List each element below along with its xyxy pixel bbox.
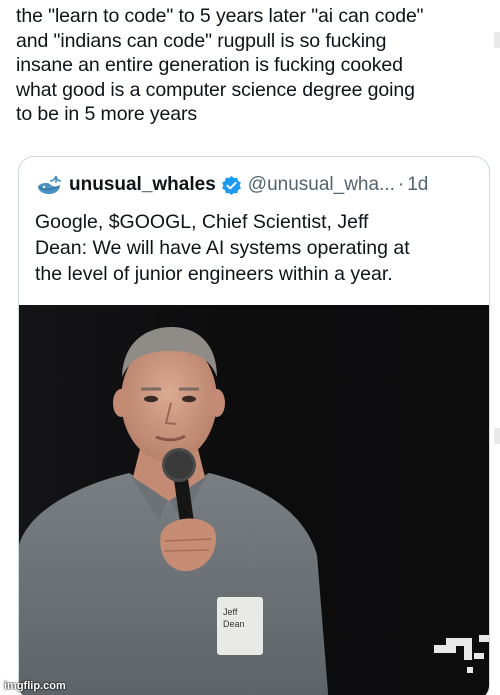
name-badge-line2: Dean bbox=[223, 619, 245, 629]
quoted-timestamp[interactable]: 1d bbox=[407, 174, 428, 196]
photo-speaker-illustration: Jeff Dean bbox=[19, 305, 489, 695]
quoted-handle[interactable]: @unusual_wha... bbox=[248, 174, 395, 196]
quoted-tweet-text: Google, $GOOGL, Chief Scientist, Jeff De… bbox=[35, 211, 410, 285]
quoted-tweet-header: unusual_whales @unusual_wha... · 1d bbox=[35, 171, 480, 199]
whale-icon bbox=[35, 173, 63, 197]
header-separator: · bbox=[397, 174, 405, 195]
page-edge-mark bbox=[494, 32, 500, 48]
quoted-tweet-card[interactable]: unusual_whales @unusual_wha... · 1d Goog… bbox=[18, 156, 490, 695]
post-text: the "learn to code" to 5 years later "ai… bbox=[16, 5, 424, 125]
verified-badge-icon bbox=[221, 175, 242, 196]
name-badge-line1: Jeff bbox=[223, 607, 238, 617]
quoted-display-name[interactable]: unusual_whales bbox=[69, 174, 216, 196]
watermark: imgflip.com bbox=[4, 680, 66, 692]
page-edge-mark bbox=[494, 428, 500, 444]
quoted-tweet-photo[interactable]: Jeff Dean bbox=[19, 305, 489, 695]
